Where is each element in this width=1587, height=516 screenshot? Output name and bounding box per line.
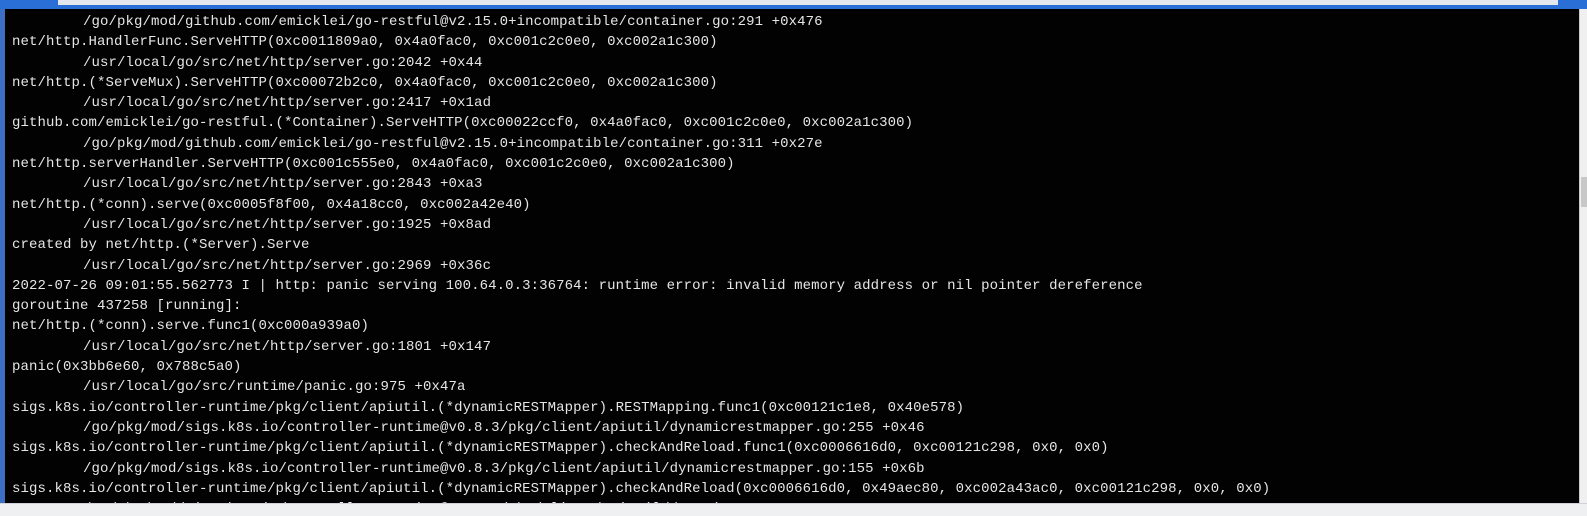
terminal-line: sigs.k8s.io/controller-runtime/pkg/clien…: [12, 480, 1271, 497]
terminal-line: /go/pkg/mod/github.com/emicklei/go-restf…: [83, 14, 823, 30]
vertical-scrollbar[interactable]: [1579, 9, 1587, 503]
terminal-line: /usr/local/go/src/net/http/server.go:241…: [83, 95, 492, 112]
terminal-line: created by net/http.(*Server).Serve: [12, 237, 310, 254]
terminal-line: net/http.(*ServeMux).ServeHTTP(0xc00072b…: [12, 74, 718, 91]
terminal-line: net/http.serverHandler.ServeHTTP(0xc001c…: [12, 156, 735, 173]
terminal-line: /go/pkg/mod/github.com/emicklei/go-restf…: [83, 135, 823, 152]
tab-strip[interactable]: [58, 0, 1558, 5]
terminal-line: /go/pkg/mod/sigs.k8s.io/controller-runti…: [83, 460, 925, 477]
terminal-line: net/http.HandlerFunc.ServeHTTP(0xc001180…: [12, 34, 718, 51]
terminal-line: /usr/local/go/src/net/http/server.go:204…: [83, 54, 483, 71]
window-title-bar: [0, 0, 1587, 9]
scrollbar-thumb[interactable]: [1581, 177, 1587, 207]
terminal-line: /go/pkg/mod/sigs.k8s.io/controller-runti…: [83, 419, 925, 436]
terminal-lines: /go/pkg/mod/github.com/emicklei/go-restf…: [12, 12, 1270, 503]
terminal-output[interactable]: /go/pkg/mod/github.com/emicklei/go-restf…: [5, 9, 1579, 503]
terminal-line: panic(0x3bb6e60, 0x788c5a0): [12, 359, 242, 376]
status-bar: [0, 503, 1587, 516]
terminal-line: /usr/local/go/src/runtime/panic.go:975 +…: [83, 379, 466, 396]
terminal-line: /usr/local/go/src/net/http/server.go:284…: [83, 176, 483, 193]
terminal-line: 2022-07-26 09:01:55.562773 I | http: pan…: [12, 277, 1143, 294]
terminal-line: goroutine 437258 [running]:: [12, 298, 242, 315]
terminal-line: net/http.(*conn).serve(0xc0005f8f00, 0x4…: [12, 196, 531, 213]
terminal-line: /usr/local/go/src/net/http/server.go:192…: [83, 216, 492, 233]
terminal-line: github.com/emicklei/go-restful.(*Contain…: [12, 115, 914, 132]
terminal-line: /usr/local/go/src/net/http/server.go:180…: [83, 338, 492, 355]
terminal-line: sigs.k8s.io/controller-runtime/pkg/clien…: [12, 440, 1109, 457]
terminal-line: net/http.(*conn).serve.func1(0xc000a939a…: [12, 318, 370, 335]
terminal-line: /usr/local/go/src/net/http/server.go:296…: [83, 257, 492, 274]
terminal-line: sigs.k8s.io/controller-runtime/pkg/clien…: [12, 399, 965, 416]
